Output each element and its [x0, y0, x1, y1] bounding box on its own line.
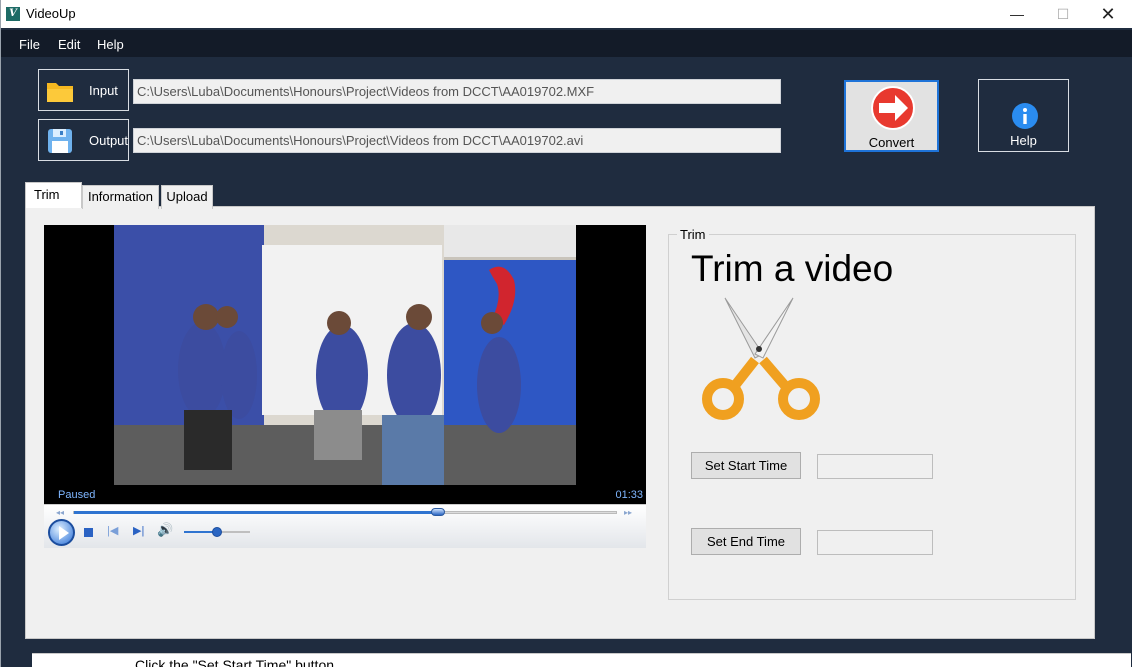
background-document-text: Click the "Set Start Time" button: [135, 657, 335, 667]
previous-icon[interactable]: |◀: [107, 524, 118, 537]
play-icon: [59, 526, 69, 540]
close-button[interactable]: ✕: [1085, 0, 1131, 28]
trim-heading: Trim a video: [691, 248, 894, 289]
input-path-field[interactable]: C:\Users\Luba\Documents\Honours\Project\…: [133, 79, 781, 104]
seek-progress: [74, 511, 439, 514]
volume-thumb[interactable]: [212, 527, 222, 537]
play-button[interactable]: [48, 519, 75, 546]
red-arrow-icon: [871, 86, 915, 130]
trim-group-label: Trim: [677, 227, 709, 242]
next-icon[interactable]: ▶|: [133, 524, 144, 537]
output-path-field[interactable]: C:\Users\Luba\Documents\Honours\Project\…: [133, 128, 781, 153]
output-label: Output: [89, 133, 129, 148]
start-time-field[interactable]: [817, 454, 933, 479]
video-frame: [114, 225, 576, 485]
volume-icon[interactable]: 🔊: [157, 522, 173, 538]
maximize-button[interactable]: ☐: [1040, 0, 1086, 28]
set-start-time-button[interactable]: Set Start Time: [691, 452, 801, 479]
help-label: Help: [1010, 133, 1037, 148]
minimize-button[interactable]: —: [994, 0, 1040, 28]
tab-upload[interactable]: Upload: [161, 185, 213, 209]
window-title: VideoUp: [26, 6, 76, 21]
input-label: Input: [89, 83, 118, 98]
menu-edit[interactable]: Edit: [58, 37, 80, 52]
convert-button[interactable]: Convert: [844, 80, 939, 152]
save-disk-icon: [48, 129, 72, 153]
convert-label: Convert: [868, 135, 915, 150]
output-button[interactable]: Output: [38, 119, 129, 161]
title-bar: V VideoUp — ☐ ✕: [1, 0, 1132, 28]
input-button[interactable]: Input: [38, 69, 129, 111]
stop-icon[interactable]: [84, 528, 93, 537]
app-window: V VideoUp — ☐ ✕ File Edit Help Input C:\…: [0, 0, 1132, 667]
folder-icon: [47, 83, 73, 102]
player-time: 01:33: [615, 489, 643, 501]
seek-bar[interactable]: [73, 508, 617, 516]
volume-slider[interactable]: [184, 527, 250, 537]
rewind-icon[interactable]: ◂◂: [56, 508, 64, 517]
player-controls: ◂◂ ▸▸ |◀ ▶| 🔊: [44, 504, 646, 548]
background-document: Click the "Set Start Time" button: [32, 653, 1131, 667]
fast-forward-icon[interactable]: ▸▸: [624, 508, 632, 517]
help-button[interactable]: Help: [978, 79, 1069, 152]
set-end-time-button[interactable]: Set End Time: [691, 528, 801, 555]
scissors-icon: [702, 297, 820, 420]
menu-help[interactable]: Help: [97, 37, 124, 52]
menu-file[interactable]: File: [19, 37, 40, 52]
menu-bar: File Edit Help: [1, 30, 1132, 57]
app-icon: V: [6, 7, 20, 21]
video-player[interactable]: Paused 01:33 ◂◂ ▸▸ |◀ ▶| 🔊: [44, 225, 646, 548]
tab-trim[interactable]: Trim: [25, 182, 82, 208]
tab-information[interactable]: Information: [82, 185, 159, 209]
player-status: Paused: [58, 489, 96, 501]
info-icon: [1012, 103, 1038, 129]
seek-thumb[interactable]: [431, 508, 446, 516]
end-time-field[interactable]: [817, 530, 933, 555]
